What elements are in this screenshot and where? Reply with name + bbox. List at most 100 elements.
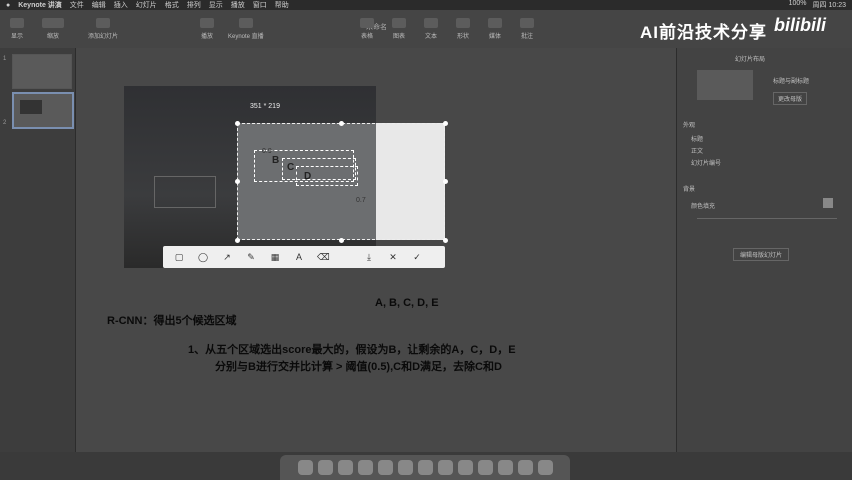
fill-type-select[interactable]: 颜色填充 (691, 201, 715, 210)
title-checkbox[interactable]: 标题 (691, 134, 703, 143)
add-slide-button[interactable]: 添加幻灯片 (88, 18, 118, 40)
layout-preview[interactable] (697, 70, 753, 100)
calendar-icon[interactable] (377, 460, 393, 475)
text-icon[interactable]: A (293, 252, 305, 262)
trash-icon[interactable] (537, 460, 553, 475)
menu-arrange[interactable]: 排列 (187, 0, 201, 10)
candidate-letters[interactable]: A, B, C, D, E (375, 297, 439, 309)
body-checkbox[interactable]: 正文 (691, 146, 703, 155)
view-icon (10, 18, 24, 28)
shape-button[interactable]: 形状 (456, 18, 470, 40)
arrow-icon[interactable]: ↗ (221, 252, 233, 263)
app-menu[interactable]: Keynote 讲演 (18, 0, 62, 10)
screenshot-selection[interactable] (237, 123, 445, 240)
finder-icon[interactable] (297, 460, 313, 475)
keynote-icon[interactable] (477, 460, 493, 475)
slide-body-line-1[interactable]: 1、从五个区域选出score最大的，假设为B，让剩余的A，C，D，E (188, 341, 516, 357)
menu-format[interactable]: 格式 (165, 0, 179, 10)
tab-slide-layout[interactable]: 幻灯片布局 (735, 54, 765, 63)
appearance-section: 外观 (683, 123, 696, 129)
slide-number: 2 (3, 120, 7, 126)
resize-handle[interactable] (235, 179, 240, 184)
view-button[interactable]: 显示 (10, 18, 24, 40)
chart-button[interactable]: 图表 (392, 18, 406, 40)
terminal-icon[interactable] (517, 460, 533, 475)
eraser-icon[interactable]: ⌫ (317, 252, 330, 263)
app-store-icon[interactable] (437, 460, 453, 475)
menu-view[interactable]: 显示 (209, 0, 223, 10)
chart-icon (392, 18, 406, 28)
resize-handle[interactable] (235, 238, 240, 243)
table-button[interactable]: 表格 (360, 18, 374, 40)
resize-handle[interactable] (443, 179, 448, 184)
resize-handle[interactable] (339, 238, 344, 243)
zoom-button[interactable]: 缩放 (42, 18, 64, 40)
score-label: 0.7 (356, 197, 366, 204)
resize-handle[interactable] (443, 238, 448, 243)
background-section[interactable]: 背景 (683, 184, 695, 193)
confirm-icon[interactable]: ✓ (411, 252, 423, 263)
menu-window[interactable]: 窗口 (253, 0, 267, 10)
bilibili-logo: bilibili (774, 15, 826, 35)
rectangle-icon[interactable]: ▢ (173, 252, 185, 263)
launchpad-icon[interactable] (317, 460, 333, 475)
clock[interactable]: 周四 10:23 (813, 0, 846, 10)
thumbnail-image (20, 100, 42, 114)
apple-icon[interactable]: ● (6, 2, 10, 9)
score-label: 0.9 (262, 148, 272, 155)
box-label-d: D (304, 171, 312, 182)
edit-master-button[interactable]: 编辑母版幻灯片 (733, 248, 790, 261)
resize-handle[interactable] (235, 121, 240, 126)
dock (280, 455, 570, 480)
mail-icon[interactable] (357, 460, 373, 475)
resize-handle[interactable] (443, 121, 448, 126)
live-icon (238, 18, 253, 28)
cancel-icon[interactable]: ✕ (387, 252, 399, 263)
notes-icon[interactable] (397, 460, 413, 475)
settings-icon[interactable] (457, 460, 473, 475)
comment-icon (520, 18, 534, 28)
slide-heading[interactable]: R-CNN：得出5个候选区域 (107, 312, 237, 328)
slide-body-line-2[interactable]: 分别与B进行交并比计算 > 阈值(0.5),C和D满足，去除C和D (215, 358, 502, 374)
slide-number: 1 (3, 56, 7, 62)
text-icon (424, 18, 438, 28)
menu-file[interactable]: 文件 (70, 0, 84, 10)
media-button[interactable]: 媒体 (488, 18, 502, 40)
download-icon[interactable]: ⤓ (363, 252, 375, 263)
text-button[interactable]: 文本 (424, 18, 438, 40)
zoom-icon (42, 18, 64, 28)
shape-icon (456, 18, 470, 28)
menu-slide[interactable]: 幻灯片 (136, 0, 157, 10)
table-icon (360, 18, 374, 28)
play-button[interactable]: 播放 (200, 18, 214, 40)
slide-thumbnail-2[interactable] (12, 92, 74, 129)
color-well[interactable] (823, 198, 833, 208)
screenshot-toolbar: ▢ ◯ ↗ ✎ ▦ A ⌫ ⤓ ✕ ✓ (163, 246, 445, 268)
box-label-b: B (272, 155, 280, 166)
format-panel: 幻灯片布局 标题与副标题 更改母版 外观 标题 正文 幻灯片编号 背景 颜色填充… (676, 48, 852, 452)
menu-edit[interactable]: 编辑 (92, 0, 106, 10)
keynote-live-button[interactable]: Keynote 直播 (228, 18, 264, 40)
resize-handle[interactable] (339, 121, 344, 126)
menu-help[interactable]: 帮助 (275, 0, 289, 10)
media-icon (488, 18, 502, 28)
menu-play[interactable]: 播放 (231, 0, 245, 10)
selection-size-label: 351 * 219 (250, 103, 280, 110)
safari-icon[interactable] (337, 460, 353, 475)
box-label-c: C (287, 162, 295, 173)
menu-insert[interactable]: 插入 (114, 0, 128, 10)
photos-icon[interactable] (417, 460, 433, 475)
pen-icon[interactable]: ✎ (245, 252, 257, 263)
plus-icon (96, 18, 110, 28)
divider (697, 218, 837, 219)
channel-watermark: AI前沿技术分享 (640, 23, 767, 42)
detection-box (154, 176, 216, 208)
slide-number-checkbox[interactable]: 幻灯片编号 (691, 158, 721, 167)
typora-icon[interactable] (497, 460, 513, 475)
comment-button[interactable]: 批注 (520, 18, 534, 40)
slide-thumbnail-1[interactable] (12, 54, 72, 89)
ellipse-icon[interactable]: ◯ (197, 252, 209, 263)
mosaic-icon[interactable]: ▦ (269, 252, 281, 263)
change-master-button[interactable]: 更改母版 (773, 92, 808, 105)
battery-status[interactable]: 100% (789, 0, 807, 10)
